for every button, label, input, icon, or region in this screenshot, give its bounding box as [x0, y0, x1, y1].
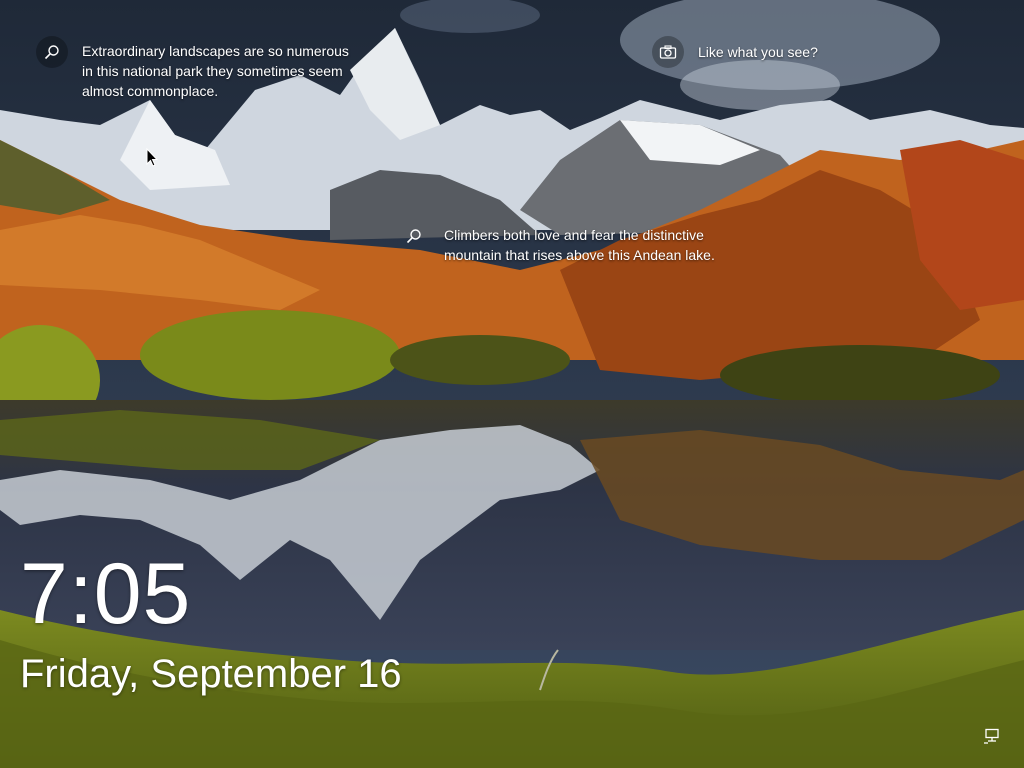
hotspot-landscapes-text: Extraordinary landscapes are so numerous… [82, 43, 349, 99]
hotspot-like-what-you-see[interactable]: Like what you see? [652, 36, 892, 68]
search-icon[interactable] [36, 36, 68, 68]
hotspot-mountain[interactable]: Climbers both love and fear the distinct… [398, 220, 738, 265]
hotspot-landscapes[interactable]: Extraordinary landscapes are so numerous… [36, 36, 356, 101]
lockscreen-time: 7:05 [20, 546, 192, 642]
hotspot-mountain-text: Climbers both love and fear the distinct… [444, 227, 715, 263]
camera-icon[interactable] [652, 36, 684, 68]
network-icon[interactable] [980, 724, 1004, 748]
search-icon[interactable] [398, 220, 430, 252]
hotspot-like-what-you-see-text: Like what you see? [698, 44, 818, 60]
mouse-cursor-icon [146, 148, 158, 167]
lockscreen-date: Friday, September 16 [20, 652, 402, 696]
